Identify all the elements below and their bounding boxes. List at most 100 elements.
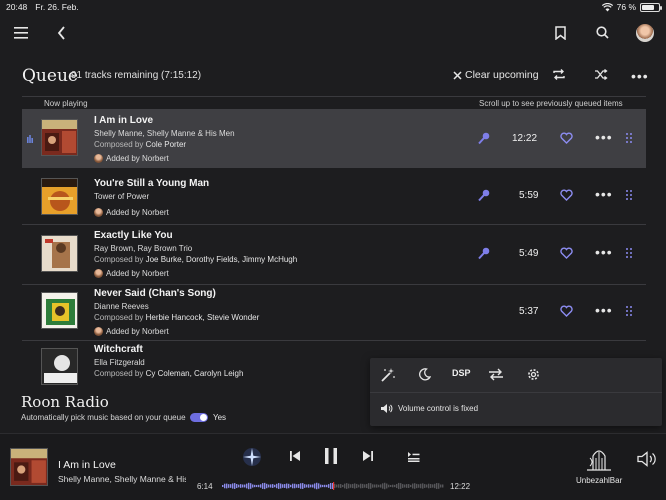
repeat-icon[interactable]	[552, 68, 566, 81]
more-icon[interactable]: •••	[631, 68, 649, 84]
added-by-avatar	[94, 269, 103, 278]
track-composers[interactable]: Joe Burke, Dorothy Fields, Jimmy McHugh	[146, 255, 298, 264]
track-artist[interactable]: Ray Brown, Ray Brown Trio	[94, 244, 297, 253]
added-by-avatar	[94, 327, 103, 336]
track-artist[interactable]: Tower of Power	[94, 192, 209, 201]
swap-icon[interactable]	[488, 368, 504, 381]
track-duration: 5:59	[519, 190, 539, 201]
volume-icon[interactable]	[637, 451, 657, 467]
queue-track-row[interactable]: You're Still a Young Man Tower of Power …	[22, 170, 646, 222]
added-by: Added by Norbert	[106, 208, 169, 217]
more-icon[interactable]: •••	[595, 186, 613, 202]
heart-icon[interactable]	[560, 189, 573, 201]
queue-track-row[interactable]: Never Said (Chan's Song) Dianne Reeves C…	[22, 284, 646, 339]
tracks-remaining: 91 tracks remaining (7:15:12)	[71, 70, 202, 81]
zone-icon[interactable]	[585, 444, 613, 474]
composed-by-label: Composed by	[94, 140, 144, 149]
track-title[interactable]: Witchcraft	[94, 344, 243, 355]
now-playing-artist[interactable]: Shelly Manne, Shelly Manne & His Men	[58, 474, 186, 484]
zone-settings-popup: DSP Volume control is fixed	[370, 358, 662, 426]
now-playing-album-art[interactable]	[10, 448, 48, 486]
status-time: 20:48	[6, 2, 28, 12]
track-title[interactable]: You're Still a Young Man	[94, 178, 209, 189]
magic-wand-icon[interactable]	[380, 367, 396, 383]
search-icon[interactable]	[596, 26, 609, 39]
heart-icon[interactable]	[560, 305, 573, 317]
dsp-button[interactable]: DSP	[452, 368, 471, 378]
bookmark-icon[interactable]	[555, 26, 566, 40]
queue-track-row[interactable]: I Am in Love Shelly Manne, Shelly Manne …	[22, 109, 646, 168]
clear-upcoming-label: Clear upcoming	[465, 69, 539, 81]
menu-icon[interactable]	[14, 27, 28, 39]
microphone-icon[interactable]	[478, 247, 490, 260]
gear-icon[interactable]	[527, 368, 540, 381]
queue-icon[interactable]	[407, 451, 420, 462]
queue-header: Queue 91 tracks remaining (7:15:12) Clea…	[0, 56, 666, 96]
track-duration: 5:49	[519, 248, 539, 259]
composed-by-label: Composed by	[94, 313, 144, 322]
now-playing-label: Now playing	[44, 99, 88, 108]
album-art[interactable]	[41, 178, 78, 215]
progress-waveform[interactable]	[222, 482, 444, 490]
track-title[interactable]: Exactly Like You	[94, 230, 297, 241]
battery-icon	[640, 2, 662, 12]
track-artist[interactable]: Ella Fitzgerald	[94, 358, 243, 367]
moon-icon[interactable]	[418, 368, 431, 381]
album-art[interactable]	[41, 292, 78, 329]
track-composers[interactable]: Cy Coleman, Carolyn Leigh	[146, 369, 244, 378]
divider	[370, 392, 662, 393]
track-artist[interactable]: Shelly Manne, Shelly Manne & His Men	[94, 129, 235, 138]
radio-toggle[interactable]	[190, 413, 208, 422]
microphone-icon[interactable]	[478, 132, 490, 145]
clear-upcoming-button[interactable]: Clear upcoming	[453, 69, 539, 81]
added-by: Added by Norbert	[106, 154, 169, 163]
added-by-avatar	[94, 208, 103, 217]
previous-icon[interactable]	[289, 450, 301, 462]
drag-handle-icon[interactable]	[626, 190, 632, 200]
album-art[interactable]	[41, 348, 78, 385]
page-title: Queue	[22, 66, 78, 86]
zone-name[interactable]: UnbezahlBar	[576, 476, 622, 485]
heart-icon[interactable]	[560, 132, 573, 144]
drag-handle-icon[interactable]	[626, 248, 632, 258]
more-icon[interactable]: •••	[595, 244, 613, 260]
close-icon	[453, 70, 462, 80]
volume-status: Volume control is fixed	[398, 404, 479, 413]
microphone-icon[interactable]	[478, 189, 490, 202]
composed-by-label: Composed by	[94, 369, 144, 378]
speaker-icon	[381, 404, 393, 413]
heart-icon[interactable]	[560, 247, 573, 259]
track-composers[interactable]: Herbie Hancock, Stevie Wonder	[146, 313, 260, 322]
track-artist[interactable]: Dianne Reeves	[94, 302, 259, 311]
queue-track-row[interactable]: Exactly Like You Ray Brown, Ray Brown Tr…	[22, 226, 646, 282]
now-playing-bar: I Am in Love Shelly Manne, Shelly Manne …	[0, 433, 666, 500]
added-by-avatar	[94, 154, 103, 163]
track-title[interactable]: Never Said (Chan's Song)	[94, 288, 259, 299]
now-playing-title[interactable]: I Am in Love	[58, 459, 116, 471]
radio-toggle-label: Yes	[213, 413, 227, 422]
album-art[interactable]	[41, 119, 78, 156]
more-icon[interactable]: •••	[595, 302, 613, 318]
back-icon[interactable]	[57, 26, 66, 40]
more-icon[interactable]: •••	[595, 129, 613, 145]
album-art[interactable]	[41, 235, 78, 272]
wifi-icon	[601, 2, 613, 11]
track-title[interactable]: I Am in Love	[94, 115, 235, 126]
track-duration: 12:22	[512, 133, 538, 144]
drag-handle-icon[interactable]	[626, 133, 632, 143]
divider	[22, 96, 646, 97]
radio-subtitle: Automatically pick music based on your q…	[21, 413, 186, 422]
next-icon[interactable]	[362, 450, 374, 462]
pause-icon[interactable]	[324, 447, 338, 465]
composed-by-label: Composed by	[94, 255, 144, 264]
radio-title: Roon Radio	[21, 393, 109, 411]
scroll-hint: Scroll up to see previously queued items	[479, 99, 623, 108]
drag-handle-icon[interactable]	[626, 306, 632, 316]
status-date: Fr. 26. Feb.	[35, 2, 79, 12]
battery-percent: 76 %	[616, 2, 636, 12]
track-composers[interactable]: Cole Porter	[146, 140, 186, 149]
radio-star-icon[interactable]	[241, 446, 263, 468]
divider	[22, 224, 646, 225]
user-avatar[interactable]	[636, 24, 654, 42]
shuffle-icon[interactable]	[594, 68, 608, 81]
